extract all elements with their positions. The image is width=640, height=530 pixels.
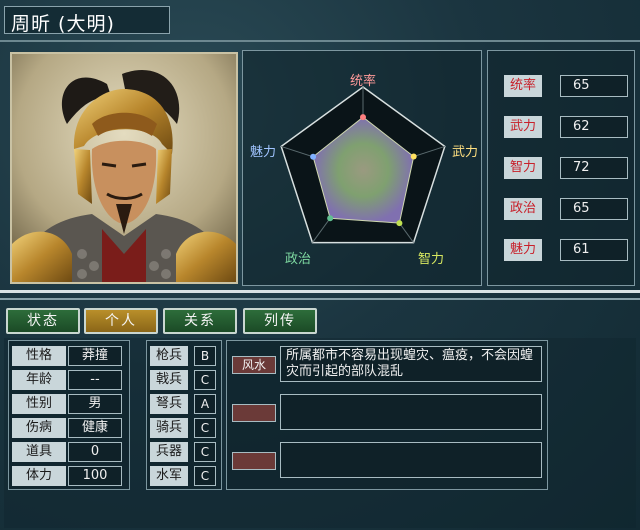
officer-name-box: 周昕 (大明) [4, 6, 170, 35]
ability-radar-panel: 统率 武力 智力 政治 魅力 [242, 50, 482, 286]
siege-label: 兵器 [150, 442, 188, 462]
personality-value: 莽撞 [68, 346, 122, 366]
skill-tag-1[interactable]: 风水 [232, 356, 276, 374]
navy-label: 水军 [150, 466, 188, 486]
radar-point-charisma [310, 153, 317, 160]
officer-name: 周昕 (大明) [11, 13, 115, 35]
radar-label-command: 统率 [350, 73, 376, 89]
skill-tag-3[interactable] [232, 452, 276, 470]
section-divider [0, 298, 640, 300]
ability-stats-panel: 统率 65 武力 62 智力 72 政治 65 魅力 61 [487, 50, 635, 286]
radar-label-intelligence: 智力 [418, 252, 444, 267]
stat-value: 61 [560, 239, 628, 261]
tab-status[interactable]: 状态 [6, 308, 80, 334]
stat-label: 武力 [504, 116, 542, 138]
skill-description-1: 所属都市不容易出现蝗灾、瘟疫，不会因蝗灾而引起的部队混乱 [280, 346, 542, 382]
age-value: -- [68, 370, 122, 390]
spear-label: 枪兵 [150, 346, 188, 366]
skill-description-2 [280, 394, 542, 430]
radar-point-intelligence [396, 220, 403, 227]
navy-rank: C [194, 466, 216, 486]
header-divider [0, 40, 640, 42]
tab-relations[interactable]: 关系 [163, 308, 237, 334]
cavalry-rank: C [194, 418, 216, 438]
cavalry-label: 骑兵 [150, 418, 188, 438]
spear-rank: B [194, 346, 216, 366]
halberd-rank: C [194, 370, 216, 390]
stat-label: 统率 [504, 75, 542, 97]
ability-radar-chart: 统率 武力 智力 政治 魅力 [250, 73, 478, 267]
stat-value: 65 [560, 75, 628, 97]
stat-value: 62 [560, 116, 628, 138]
radar-label-war: 武力 [452, 145, 478, 160]
stat-label: 魅力 [504, 239, 542, 261]
officer-portrait [10, 52, 238, 284]
crossbow-rank: A [194, 394, 216, 414]
tab-biography[interactable]: 列传 [243, 308, 317, 334]
radar-point-war [410, 153, 417, 160]
skill-tag-2[interactable] [232, 404, 276, 422]
radar-point-command [360, 114, 366, 121]
age-label: 年龄 [12, 370, 66, 390]
personality-label: 性格 [12, 346, 66, 366]
injury-label: 伤病 [12, 418, 66, 438]
item-value: 0 [68, 442, 122, 462]
crossbow-label: 弩兵 [150, 394, 188, 414]
stat-label: 政治 [504, 198, 542, 220]
portrait-illustration [12, 54, 236, 282]
gender-label: 性别 [12, 394, 66, 414]
stat-value: 72 [560, 157, 628, 179]
stat-label: 智力 [504, 157, 542, 179]
siege-rank: C [194, 442, 216, 462]
injury-value: 健康 [68, 418, 122, 438]
radar-label-charisma: 魅力 [250, 145, 276, 160]
stamina-value: 100 [68, 466, 122, 486]
gender-value: 男 [68, 394, 122, 414]
radar-label-politics: 政治 [285, 252, 311, 267]
stamina-label: 体力 [12, 466, 66, 486]
radar-point-politics [327, 215, 334, 222]
item-label: 道具 [12, 442, 66, 462]
tab-personal[interactable]: 个人 [84, 308, 158, 334]
stat-value: 65 [560, 198, 628, 220]
halberd-label: 戟兵 [150, 370, 188, 390]
section-divider [0, 290, 640, 293]
skill-description-3 [280, 442, 542, 478]
